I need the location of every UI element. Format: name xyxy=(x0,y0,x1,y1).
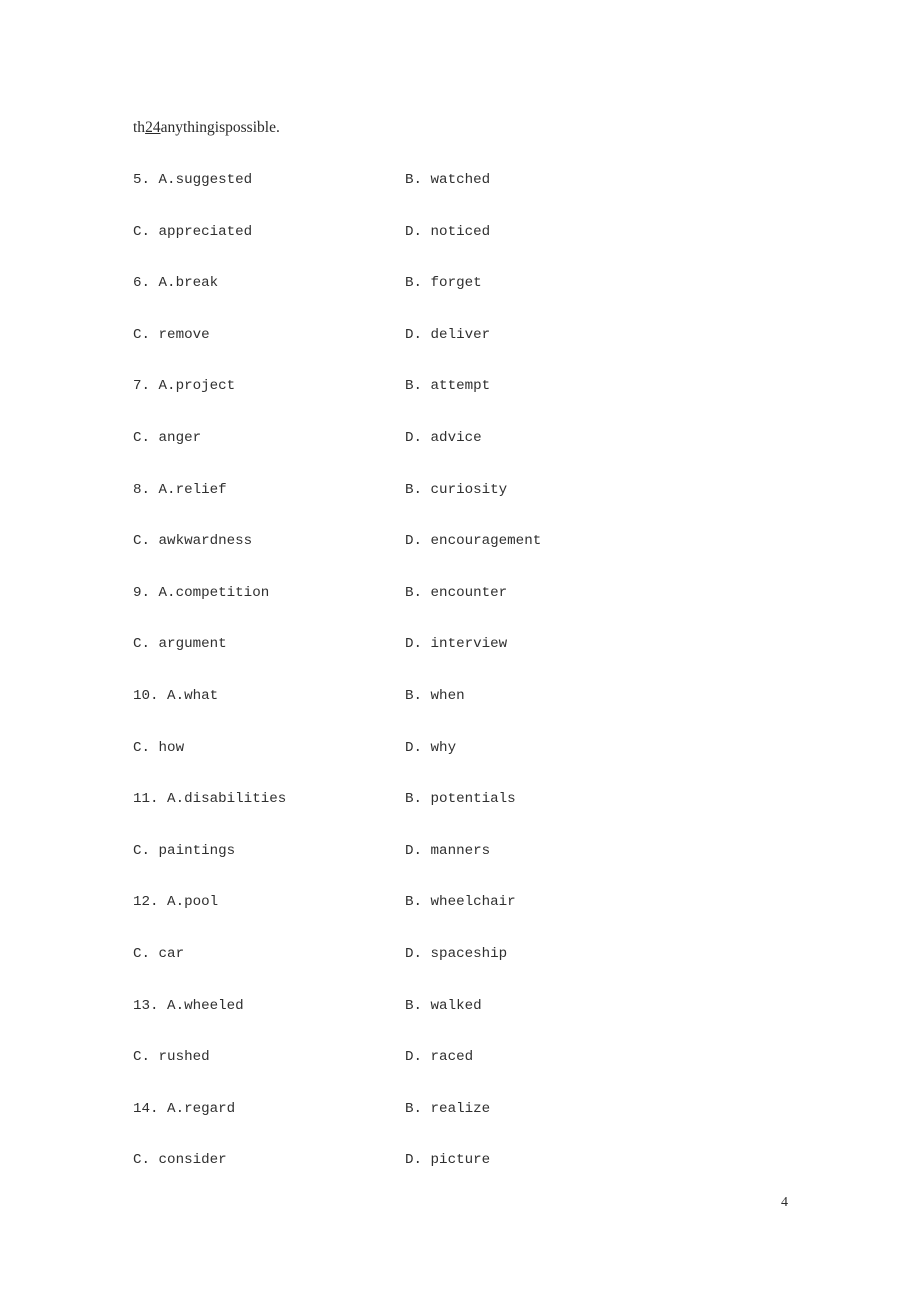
option-c[interactable]: C. appreciated xyxy=(133,222,252,242)
option-d[interactable]: D. advice xyxy=(405,428,482,448)
question-row: C. car D. spaceship xyxy=(0,944,920,996)
question-row: C. anger D. advice xyxy=(0,428,920,480)
document-page: th24anythingispossible. 5. A.suggested B… xyxy=(0,0,920,1302)
passage-prefix: th xyxy=(133,119,146,136)
option-d[interactable]: D. why xyxy=(405,738,456,758)
option-c[interactable]: C. car xyxy=(133,944,184,964)
question-row: 13. A.wheeled B. walked xyxy=(0,996,920,1048)
option-a[interactable]: 6. A.break xyxy=(133,273,218,293)
option-b[interactable]: B. attempt xyxy=(405,376,490,396)
question-row: 8. A.relief B. curiosity xyxy=(0,480,920,532)
question-row: C. rushed D. raced xyxy=(0,1047,920,1099)
option-b[interactable]: B. curiosity xyxy=(405,480,507,500)
question-row: C. paintings D. manners xyxy=(0,841,920,893)
option-c[interactable]: C. anger xyxy=(133,428,201,448)
option-c[interactable]: C. remove xyxy=(133,325,210,345)
option-d[interactable]: D. raced xyxy=(405,1047,473,1067)
option-a[interactable]: 13. A.wheeled xyxy=(133,996,244,1016)
option-d[interactable]: D. encouragement xyxy=(405,531,541,551)
option-c[interactable]: C. paintings xyxy=(133,841,235,861)
question-row: 12. A.pool B. wheelchair xyxy=(0,892,920,944)
question-row: C. argument D. interview xyxy=(0,634,920,686)
question-row: C. remove D. deliver xyxy=(0,325,920,377)
option-b[interactable]: B. when xyxy=(405,686,465,706)
question-row: C. awkwardness D. encouragement xyxy=(0,531,920,583)
question-row: 11. A.disabilities B. potentials xyxy=(0,789,920,841)
option-b[interactable]: B. forget xyxy=(405,273,482,293)
option-b[interactable]: B. realize xyxy=(405,1099,490,1119)
option-a[interactable]: 12. A.pool xyxy=(133,892,218,912)
page-number: 4 xyxy=(781,1195,788,1210)
question-row: 9. A.competition B. encounter xyxy=(0,583,920,635)
option-c[interactable]: C. awkwardness xyxy=(133,531,252,551)
question-row: C. how D. why xyxy=(0,738,920,790)
option-c[interactable]: C. rushed xyxy=(133,1047,210,1067)
question-row: 5. A.suggested B. watched xyxy=(0,170,920,222)
question-row: C. appreciated D. noticed xyxy=(0,222,920,274)
option-d[interactable]: D. noticed xyxy=(405,222,490,242)
option-a[interactable]: 11. A.disabilities xyxy=(133,789,286,809)
option-a[interactable]: 8. A.relief xyxy=(133,480,227,500)
option-a[interactable]: 14. A.regard xyxy=(133,1099,235,1119)
option-b[interactable]: B. potentials xyxy=(405,789,516,809)
blank-number-24: 24 xyxy=(145,119,161,136)
option-a[interactable]: 5. A.suggested xyxy=(133,170,252,190)
option-d[interactable]: D. manners xyxy=(405,841,490,861)
option-d[interactable]: D. interview xyxy=(405,634,507,654)
option-c[interactable]: C. consider xyxy=(133,1150,227,1170)
option-d[interactable]: D. deliver xyxy=(405,325,490,345)
question-row: 7. A.project B. attempt xyxy=(0,376,920,428)
option-b[interactable]: B. watched xyxy=(405,170,490,190)
option-a[interactable]: 9. A.competition xyxy=(133,583,269,603)
option-d[interactable]: D. spaceship xyxy=(405,944,507,964)
option-a[interactable]: 7. A.project xyxy=(133,376,235,396)
option-b[interactable]: B. walked xyxy=(405,996,482,1016)
option-d[interactable]: D. picture xyxy=(405,1150,490,1170)
option-c[interactable]: C. how xyxy=(133,738,184,758)
question-row: 10. A.what B. when xyxy=(0,686,920,738)
option-c[interactable]: C. argument xyxy=(133,634,227,654)
option-a[interactable]: 10. A.what xyxy=(133,686,218,706)
passage-text-line: th24anythingispossible. xyxy=(133,118,280,138)
passage-suffix: anythingispossible. xyxy=(160,119,280,136)
question-row: 6. A.break B. forget xyxy=(0,273,920,325)
question-row: 14. A.regard B. realize xyxy=(0,1099,920,1151)
multiple-choice-options-list: 5. A.suggested B. watched C. appreciated… xyxy=(0,170,920,1202)
option-b[interactable]: B. wheelchair xyxy=(405,892,516,912)
option-b[interactable]: B. encounter xyxy=(405,583,507,603)
